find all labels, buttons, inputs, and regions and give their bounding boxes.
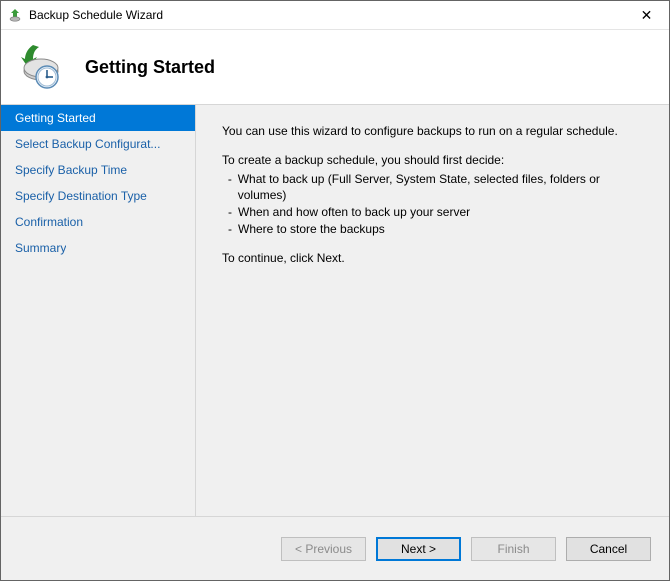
steps-sidebar: Getting Started Select Backup Configurat… [1,105,196,516]
list-item: -When and how often to back up your serv… [222,204,645,221]
wizard-header: Getting Started [1,30,669,105]
finish-button: Finish [471,537,556,561]
window-title: Backup Schedule Wizard [29,8,624,22]
titlebar: Backup Schedule Wizard ✕ [1,1,669,30]
step-label: Select Backup Configurat... [15,137,160,151]
list-item: -Where to store the backups [222,221,645,238]
cancel-button[interactable]: Cancel [566,537,651,561]
decide-lead: To create a backup schedule, you should … [222,152,645,169]
close-icon: ✕ [641,8,653,22]
step-label: Specify Backup Time [15,163,127,177]
step-confirmation[interactable]: Confirmation [1,209,195,235]
step-label: Confirmation [15,215,83,229]
step-select-backup-configuration[interactable]: Select Backup Configurat... [1,131,195,157]
content-pane: You can use this wizard to configure bac… [196,105,669,516]
continue-text: To continue, click Next. [222,250,645,267]
step-specify-destination-type[interactable]: Specify Destination Type [1,183,195,209]
step-label: Getting Started [15,111,96,125]
wizard-footer: < Previous Next > Finish Cancel [1,516,669,580]
list-item: -What to back up (Full Server, System St… [222,171,645,205]
wizard-body: Getting Started Select Backup Configurat… [1,105,669,516]
app-icon [7,7,23,23]
next-button[interactable]: Next > [376,537,461,561]
step-specify-backup-time[interactable]: Specify Backup Time [1,157,195,183]
wizard-icon [15,43,63,91]
step-label: Summary [15,241,66,255]
intro-text: You can use this wizard to configure bac… [222,123,645,140]
previous-button: < Previous [281,537,366,561]
step-getting-started[interactable]: Getting Started [1,105,195,131]
step-label: Specify Destination Type [15,189,147,203]
decision-list: -What to back up (Full Server, System St… [222,171,645,238]
step-summary[interactable]: Summary [1,235,195,261]
close-button[interactable]: ✕ [624,1,669,29]
page-heading: Getting Started [85,57,215,78]
